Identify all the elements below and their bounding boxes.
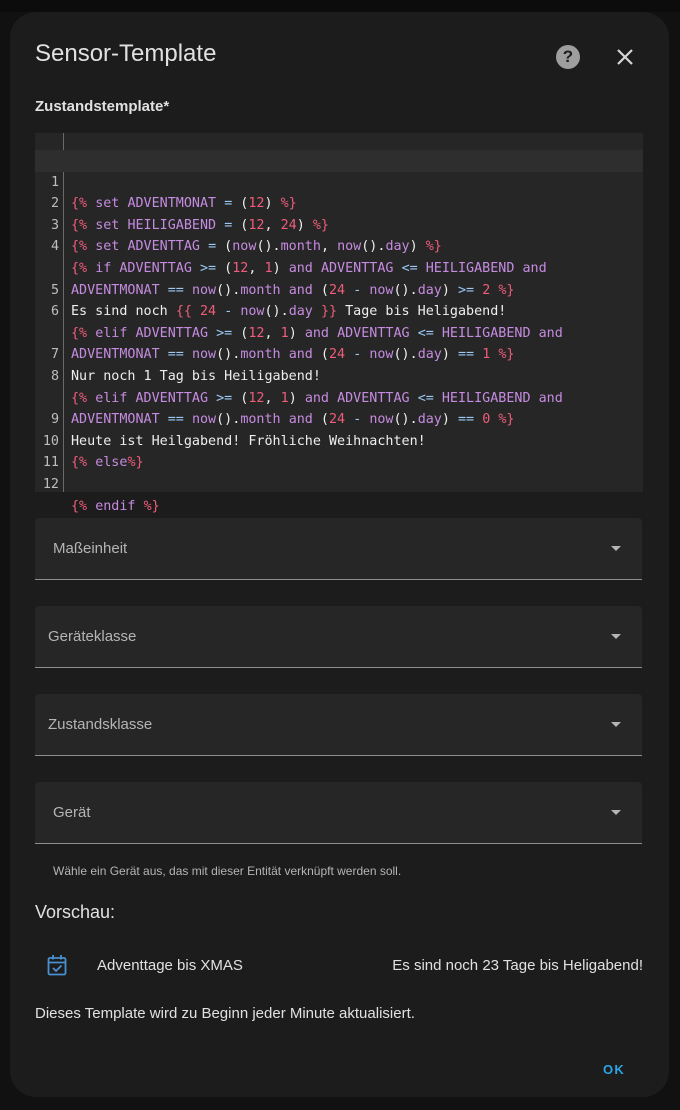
state-class-select[interactable]: Zustandsklasse	[35, 694, 642, 756]
unit-select-label: Maßeinheit	[53, 540, 128, 557]
help-icon[interactable]: ?	[556, 45, 580, 69]
backdrop	[0, 0, 680, 12]
code-line: 2 {% set HEILIGABEND = (12, 24) %}	[35, 172, 643, 233]
device-class-select-label: Geräteklasse	[48, 628, 137, 645]
preview-entity-state: Es sind noch 23 Tage bis Heligabend!	[392, 957, 643, 974]
update-note: Dieses Template wird zu Beginn jeder Min…	[35, 1005, 415, 1022]
code-line: 6 {% elif ADVENTTAG >= (12, 1) and ADVEN…	[35, 280, 643, 341]
sensor-template-dialog: Sensor-Template ? Zustandstemplate* 1 {%…	[10, 12, 669, 1097]
dropdown-arrow-icon	[611, 722, 621, 727]
code-line: ADVENTMONAT == now().month and (24 - now…	[71, 412, 515, 428]
preview-entity-name: Adventtage bis XMAS	[97, 957, 243, 974]
preview-entity-row: Adventtage bis XMAS Es sind noch 23 Tage…	[35, 950, 643, 982]
code-line: 11	[35, 431, 643, 470]
device-select[interactable]: Gerät	[35, 782, 642, 844]
code-line: 7 Nur noch 1 Tag bis Heiligabend!	[35, 323, 643, 384]
state-template-editor[interactable]: 1 {% set ADVENTMONAT = (12) %} 2 {% set …	[35, 133, 643, 514]
dialog-title: Sensor-Template	[35, 40, 217, 67]
code-line: ADVENTMONAT == now().month and (24 - now…	[71, 282, 515, 298]
device-helper-text: Wähle ein Gerät aus, das mit dieser Enti…	[53, 864, 402, 878]
code-line: 9 Heute ist Heilgabend! Fröhliche Weihna…	[35, 388, 643, 449]
code-line: 3 {% set ADVENTTAG = (now().month, now()…	[35, 193, 643, 255]
code-line: 5 Es sind noch {{ 24 - now().day }} Tage…	[35, 258, 643, 320]
code-line: 12 {% endif %}	[35, 452, 643, 514]
dropdown-arrow-icon	[611, 810, 621, 815]
dropdown-arrow-icon	[611, 634, 621, 639]
code-line: 10 {% else%}	[35, 409, 643, 471]
code-line: 4 {% if ADVENTTAG >= (12, 1) and ADVENTT…	[35, 215, 643, 276]
device-class-select[interactable]: Geräteklasse	[35, 606, 642, 668]
code-line: 1 {% set ADVENTMONAT = (12) %}	[35, 150, 643, 211]
code-line: 8 {% elif ADVENTTAG >= (12, 1) and ADVEN…	[35, 344, 643, 406]
unit-select[interactable]: Maßeinheit	[35, 518, 642, 580]
device-select-label: Gerät	[53, 804, 91, 821]
state-template-label: Zustandstemplate*	[35, 98, 170, 115]
code-line: ADVENTMONAT == now().month and (24 - now…	[71, 347, 515, 363]
state-class-select-label: Zustandsklasse	[48, 716, 153, 733]
line-number: 12	[42, 476, 59, 492]
calendar-check-icon	[47, 955, 67, 976]
ok-button[interactable]: OK	[594, 1058, 634, 1082]
close-icon[interactable]	[615, 47, 635, 67]
preview-heading: Vorschau:	[35, 902, 116, 922]
dropdown-arrow-icon	[611, 546, 621, 551]
